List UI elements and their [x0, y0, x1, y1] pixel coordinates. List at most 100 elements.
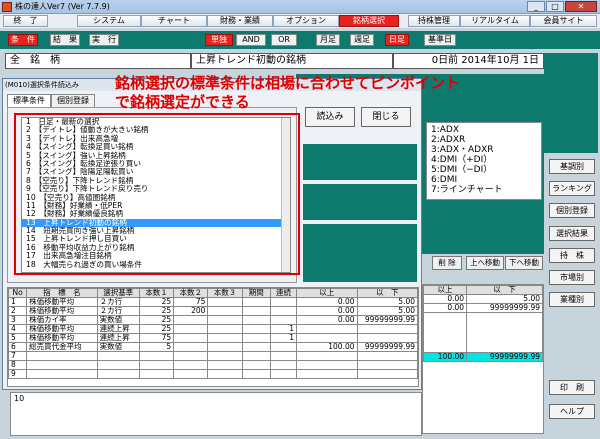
table-cell[interactable]	[26, 369, 98, 379]
menu-holdings[interactable]: 持株管理	[408, 15, 460, 27]
menu-exit[interactable]: 終 了	[3, 15, 48, 27]
table-cell[interactable]	[173, 342, 209, 352]
menu-option[interactable]: オプション	[273, 15, 339, 27]
weekly-button[interactable]: 週足	[350, 34, 374, 46]
table-cell[interactable]	[207, 342, 243, 352]
close-button[interactable]: 閉じる	[361, 107, 411, 127]
table-cell[interactable]	[296, 324, 358, 334]
table-cell[interactable]: 総売買代金平均	[26, 342, 98, 352]
maximize-button[interactable]: □	[546, 1, 564, 12]
menu-chart[interactable]: チャート	[141, 15, 207, 27]
table-cell[interactable]	[269, 351, 298, 361]
table-cell[interactable]	[173, 360, 209, 370]
table-cell[interactable]	[207, 297, 243, 307]
table-cell[interactable]: 200	[173, 306, 209, 316]
table-cell[interactable]	[173, 324, 209, 334]
table-cell[interactable]: 99999999.99	[356, 342, 418, 352]
table-cell[interactable]	[26, 351, 98, 361]
result-button[interactable]: 結 果	[50, 34, 80, 46]
table-cell[interactable]	[173, 351, 209, 361]
table-row[interactable]: 9	[8, 369, 418, 379]
table-cell[interactable]: 0.00	[296, 315, 358, 325]
table-cell[interactable]	[207, 315, 243, 325]
table-cell[interactable]	[241, 315, 271, 325]
list-item[interactable]: 5:DMI（−DI）	[431, 165, 537, 175]
table-cell[interactable]	[207, 324, 243, 334]
table-cell[interactable]: 99999999.99	[356, 315, 418, 325]
table-cell[interactable]	[241, 333, 271, 343]
holdings-button[interactable]: 持 株	[549, 248, 595, 263]
table-cell[interactable]: 1	[269, 333, 298, 343]
or-button[interactable]: OR	[271, 34, 297, 46]
table-cell[interactable]	[207, 360, 243, 370]
individual-register-button[interactable]: 個別登録	[549, 203, 595, 218]
table-cell[interactable]	[173, 315, 209, 325]
table-cell[interactable]: 5	[138, 342, 175, 352]
table-cell[interactable]	[241, 306, 271, 316]
execute-button[interactable]: 実 行	[89, 34, 119, 46]
market-button[interactable]: 市場別	[549, 270, 595, 285]
table-cell[interactable]	[207, 306, 243, 316]
table-cell[interactable]	[296, 369, 358, 379]
trend-button[interactable]: 基調別	[549, 159, 595, 174]
table-cell[interactable]	[207, 333, 243, 343]
list-item[interactable]: 7:ラインチャート	[431, 185, 537, 195]
move-up-button[interactable]: 上へ移動	[466, 256, 504, 270]
close-window-button[interactable]: ✕	[565, 1, 597, 12]
and-button[interactable]: AND	[236, 34, 266, 46]
list-item[interactable]: 3:ADX・ADXR	[431, 145, 537, 155]
table-cell[interactable]: 9	[8, 369, 28, 379]
table-cell[interactable]	[26, 360, 98, 370]
table-cell[interactable]	[173, 333, 209, 343]
menu-stock-selection[interactable]: 銘柄選択	[339, 15, 399, 27]
indicator-list[interactable]: 1:ADX 2:ADXR 3:ADX・ADXR 4:DMI（+DI） 5:DMI…	[426, 122, 542, 200]
tab-standard[interactable]: 標準条件	[7, 94, 51, 107]
table-cell[interactable]	[356, 360, 418, 370]
table-cell[interactable]	[96, 369, 140, 379]
menu-realtime[interactable]: リアルタイム	[460, 15, 530, 27]
table-cell[interactable]	[296, 360, 358, 370]
table-row[interactable]: 6 総売買代金平均 実数値 5 100.00 99999999.99	[8, 342, 418, 352]
selection-result-button[interactable]: 選択結果	[549, 226, 595, 241]
table-cell[interactable]	[241, 342, 271, 352]
list-item[interactable]: 2:ADXR	[431, 135, 537, 145]
table-cell[interactable]	[269, 369, 298, 379]
table-row[interactable]: 2 株価移動平均 ２カ行 25 200 0.00 5.00	[8, 306, 418, 316]
table-cell[interactable]	[96, 351, 140, 361]
ranking-button[interactable]: ランキング	[549, 181, 595, 196]
table-cell[interactable]	[96, 360, 140, 370]
table-cell[interactable]	[269, 297, 298, 307]
table-cell[interactable]	[296, 351, 358, 361]
single-button[interactable]: 単独	[205, 34, 233, 46]
table-cell[interactable]	[356, 324, 418, 334]
table-cell[interactable]: 実数値	[96, 342, 140, 352]
table-cell[interactable]	[138, 360, 175, 370]
table-cell[interactable]: 100.00	[296, 342, 358, 352]
table-row[interactable]: 8	[8, 360, 418, 370]
table-row[interactable]: 7	[8, 351, 418, 361]
menu-financial[interactable]: 財務・業績	[207, 15, 273, 27]
table-cell[interactable]	[356, 369, 418, 379]
tab-individual[interactable]: 個別登録	[51, 94, 95, 107]
table-cell[interactable]	[138, 369, 175, 379]
table-cell[interactable]	[173, 369, 209, 379]
table-cell[interactable]	[269, 342, 298, 352]
print-button[interactable]: 印 刷	[549, 380, 595, 395]
table-cell[interactable]	[241, 360, 271, 370]
move-down-button[interactable]: 下へ移動	[505, 256, 543, 270]
table-cell[interactable]	[207, 369, 243, 379]
menu-member-site[interactable]: 会員サイト	[530, 15, 597, 27]
base-date-button[interactable]: 基準日	[424, 34, 456, 46]
table-cell[interactable]	[207, 351, 243, 361]
load-button[interactable]: 読込み	[305, 107, 355, 127]
list-item[interactable]: 4:DMI（+DI）	[431, 155, 537, 165]
table-cell[interactable]	[241, 351, 271, 361]
table-cell[interactable]	[269, 306, 298, 316]
condition-button[interactable]: 条 件	[8, 34, 38, 46]
table-cell[interactable]	[138, 351, 175, 361]
table-cell[interactable]	[241, 369, 271, 379]
menu-system[interactable]: システム	[77, 15, 141, 27]
help-button[interactable]: ヘルプ	[549, 404, 595, 419]
monthly-button[interactable]: 月足	[316, 34, 340, 46]
table-cell[interactable]	[269, 360, 298, 370]
